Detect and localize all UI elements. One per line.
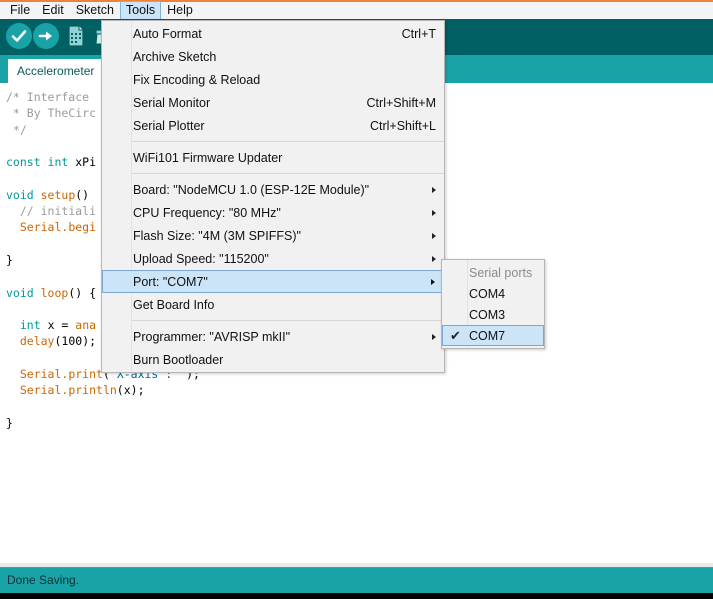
menu-item-shortcut: Ctrl+Shift+M — [366, 95, 436, 110]
menu-item-label: CPU Frequency: "80 MHz" — [133, 205, 281, 220]
new-document-icon — [68, 25, 84, 47]
submenu-header: Serial ports — [469, 265, 533, 280]
chevron-right-icon — [432, 209, 436, 216]
menu-item-upload-speed-115200[interactable]: Upload Speed: "115200" — [102, 247, 444, 270]
verify-button[interactable] — [6, 23, 34, 51]
menu-file[interactable]: File — [4, 1, 36, 21]
tab-accelerometer[interactable]: Accelerometer — [8, 59, 104, 83]
menu-item-label: Fix Encoding & Reload — [133, 72, 261, 87]
menu-item-label: Auto Format — [133, 26, 202, 41]
menu-item-label: Upload Speed: "115200" — [133, 251, 269, 266]
status-message: Done Saving. — [7, 573, 80, 587]
menu-item-shortcut: Ctrl+Shift+L — [369, 118, 436, 133]
menu-item-label: Serial Monitor — [133, 95, 211, 110]
submenu-item-label: COM4 — [469, 286, 506, 301]
chevron-right-icon — [432, 333, 436, 340]
submenu-item-com4[interactable]: COM4 — [442, 283, 544, 304]
submenu-item-com3[interactable]: COM3 — [442, 304, 544, 325]
menu-item-label: Board: "NodeMCU 1.0 (ESP-12E Module)" — [133, 182, 370, 197]
menu-edit[interactable]: Edit — [36, 1, 70, 21]
menu-item-programmer-avrisp-mkii[interactable]: Programmer: "AVRISP mkII" — [102, 325, 444, 348]
menu-item-label: Flash Size: "4M (3M SPIFFS)" — [133, 228, 301, 243]
menu-item-label: Archive Sketch — [133, 49, 217, 64]
menu-item-label: Port: "COM7" — [133, 274, 208, 289]
port-submenu: Serial ports COM4 COM3 ✔ COM7 — [441, 259, 545, 349]
window-bottom-edge — [0, 593, 713, 599]
menu-item-cpu-frequency-80-mhz[interactable]: CPU Frequency: "80 MHz" — [102, 201, 444, 224]
chevron-right-icon — [432, 232, 436, 239]
menu-item-serial-monitor[interactable]: Serial Monitor Ctrl+Shift+M — [102, 91, 444, 114]
menu-item-label: Programmer: "AVRISP mkII" — [133, 329, 291, 344]
menu-item-archive-sketch[interactable]: Archive Sketch — [102, 45, 444, 68]
menu-item-auto-format[interactable]: Auto Format Ctrl+T — [102, 22, 444, 45]
code-line: Serial.println(x); — [19, 383, 145, 398]
menu-item-fix-encoding-reload[interactable]: Fix Encoding & Reload — [102, 68, 444, 91]
submenu-item-com7[interactable]: ✔ COM7 — [442, 325, 544, 346]
code-line: } — [6, 415, 13, 430]
menu-item-label: Serial Plotter — [133, 118, 205, 133]
arrow-right-icon — [38, 31, 52, 41]
checkmark-icon: ✔ — [450, 328, 461, 343]
menu-help[interactable]: Help — [161, 1, 199, 21]
menu-item-wifi101-firmware-updater[interactable]: WiFi101 Firmware Updater — [102, 146, 444, 169]
chevron-right-icon — [432, 186, 436, 193]
menu-item-port-com7[interactable]: Port: "COM7" — [102, 270, 444, 293]
menu-item-shortcut: Ctrl+T — [401, 26, 436, 41]
menu-item-serial-plotter[interactable]: Serial Plotter Ctrl+Shift+L — [102, 114, 444, 137]
menu-bar: File Edit Sketch Tools Help — [0, 0, 713, 21]
upload-button[interactable] — [33, 23, 61, 51]
menu-sketch[interactable]: Sketch — [70, 1, 120, 21]
menu-item-label: Burn Bootloader — [133, 352, 224, 367]
status-bar: Done Saving. — [0, 567, 713, 593]
menu-item-flash-size-4m-3m-spiffs[interactable]: Flash Size: "4M (3M SPIFFS)" — [102, 224, 444, 247]
menu-item-label: Get Board Info — [133, 297, 215, 312]
chevron-right-icon — [431, 278, 435, 285]
menu-separator — [131, 320, 444, 321]
chevron-right-icon — [432, 255, 436, 262]
menu-item-board-nodemcu-1-0-esp-12e-module[interactable]: Board: "NodeMCU 1.0 (ESP-12E Module)" — [102, 178, 444, 201]
check-icon — [11, 30, 27, 42]
menu-item-get-board-info[interactable]: Get Board Info — [102, 293, 444, 316]
menu-item-label: WiFi101 Firmware Updater — [133, 150, 283, 165]
submenu-item-label: COM3 — [469, 307, 506, 322]
tools-dropdown-menu: Auto Format Ctrl+T Archive Sketch Fix Encod… — [101, 20, 445, 373]
menu-separator — [131, 173, 444, 174]
menu-item-burn-bootloader[interactable]: Burn Bootloader — [102, 348, 444, 371]
menu-tools[interactable]: Tools — [119, 0, 162, 21]
submenu-item-label: COM7 — [469, 328, 506, 343]
menu-separator — [131, 141, 444, 142]
new-button[interactable] — [64, 23, 92, 51]
